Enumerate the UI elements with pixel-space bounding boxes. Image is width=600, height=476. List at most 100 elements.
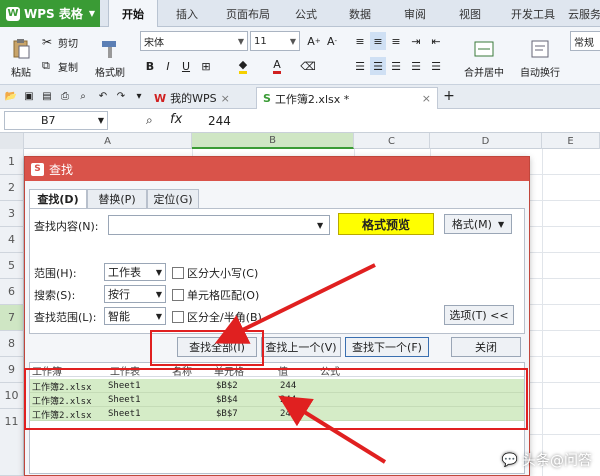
format-button-label: 格式(M) — [451, 218, 492, 231]
tab-insert[interactable]: 插入 — [165, 0, 209, 27]
tab-review[interactable]: 审阅 — [395, 0, 435, 27]
tab-formulas[interactable]: 公式 — [286, 0, 326, 27]
align-top-icon[interactable]: ≡ — [352, 32, 368, 50]
print-preview-icon[interactable]: ⌕ — [76, 89, 90, 103]
row-header-3[interactable]: 3 — [0, 201, 24, 227]
highlight-box-results — [24, 368, 528, 430]
close-icon[interactable]: × — [422, 92, 431, 105]
find-previous-button[interactable]: 查找上一个(V) — [261, 337, 341, 357]
match-cell-checkbox[interactable]: 单元格匹配(O) — [172, 287, 259, 303]
indent-icon[interactable]: ⇥ — [408, 32, 424, 50]
chevron-down-icon[interactable]: ▾ — [132, 89, 146, 103]
scope-select[interactable]: 工作表 ▼ — [104, 263, 166, 281]
row-header-6[interactable]: 6 — [0, 279, 24, 305]
tab-cloud[interactable]: 云服务 — [568, 0, 600, 27]
font-name-value: 宋体 — [144, 37, 164, 49]
clear-format-icon[interactable]: ⌫ — [300, 57, 316, 75]
fx-button[interactable]: fx — [170, 112, 182, 127]
format-preview: 格式预览 — [338, 213, 434, 235]
fill-color-icon[interactable]: ◆ — [228, 57, 258, 75]
find-what-label: 查找内容(N): — [34, 220, 99, 233]
column-header-a[interactable]: A — [24, 133, 192, 149]
increase-font-icon[interactable]: A + — [306, 32, 322, 50]
align-middle-icon[interactable]: ≡ — [370, 32, 386, 50]
distribute-icon[interactable]: ☰ — [428, 57, 444, 75]
tab-goto[interactable]: 定位(G) — [147, 189, 199, 209]
new-tab-icon[interactable]: + — [442, 88, 456, 104]
select-all-corner[interactable] — [0, 133, 24, 149]
name-box[interactable]: B7 ▼ — [4, 111, 108, 130]
app-menu-button[interactable]: W WPS 表格 ▼ — [0, 0, 100, 27]
format-painter-button[interactable]: 格式刷 — [88, 30, 132, 82]
search-label: 搜索(S): — [34, 289, 76, 302]
align-center-icon[interactable]: ☰ — [370, 57, 386, 75]
close-button[interactable]: 关闭 — [451, 337, 521, 357]
cut-button[interactable]: ✂ 剪切 — [42, 33, 78, 51]
tab-page-layout[interactable]: 页面布局 — [216, 0, 280, 27]
format-button[interactable]: 格式(M) ▼ — [444, 214, 512, 234]
align-right-icon[interactable]: ☰ — [388, 57, 404, 75]
print-icon[interactable]: ⎙ — [58, 89, 72, 103]
column-header-b[interactable]: B — [192, 133, 354, 149]
italic-icon[interactable]: I — [160, 57, 176, 75]
copy-button[interactable]: ⧉ 复制 — [42, 57, 78, 75]
column-header-row: A B C D E — [0, 133, 600, 149]
row-header-2[interactable]: 2 — [0, 175, 24, 201]
font-size-select[interactable]: 11 ▼ — [250, 31, 300, 51]
align-left-icon[interactable]: ☰ — [352, 57, 368, 75]
justify-icon[interactable]: ☰ — [408, 57, 424, 75]
dialog-title: 查找 — [49, 162, 74, 177]
tab-mywps[interactable]: W 我的WPS × — [148, 87, 236, 109]
wrap-text-button[interactable]: 自动换行 — [514, 30, 566, 82]
row-header-8[interactable]: 8 — [0, 331, 24, 357]
font-color-icon[interactable]: A — [262, 57, 292, 75]
match-width-checkbox[interactable]: 区分全/半角(B) — [172, 309, 262, 325]
column-header-c[interactable]: C — [354, 133, 430, 149]
tab-data[interactable]: 数据 — [340, 0, 380, 27]
checkbox-box — [172, 311, 184, 323]
bold-icon[interactable]: B — [142, 57, 158, 75]
align-bottom-icon[interactable]: ≡ — [388, 32, 404, 50]
number-format-select[interactable]: 常规 — [570, 31, 600, 51]
options-button[interactable]: 选项(T) << — [444, 305, 514, 325]
column-header-d[interactable]: D — [430, 133, 542, 149]
merge-center-button[interactable]: 合并居中 — [458, 30, 510, 82]
match-case-checkbox[interactable]: 区分大小写(C) — [172, 265, 258, 281]
paste-button[interactable]: 粘贴 — [2, 30, 40, 82]
font-name-select[interactable]: 宋体 ▼ — [140, 31, 248, 51]
decrease-font-icon[interactable]: A- — [324, 32, 340, 50]
chevron-down-icon: ▼ — [317, 220, 324, 230]
look-in-select[interactable]: 智能 ▼ — [104, 307, 166, 325]
save-as-icon[interactable]: ▤ — [40, 89, 54, 103]
search-select[interactable]: 按行 ▼ — [104, 285, 166, 303]
tab-view[interactable]: 视图 — [450, 0, 490, 27]
column-header-e[interactable]: E — [542, 133, 600, 149]
open-icon[interactable]: 📂 — [4, 89, 18, 103]
checkbox-box — [172, 267, 184, 279]
row-header-5[interactable]: 5 — [0, 253, 24, 279]
outdent-icon[interactable]: ⇤ — [428, 32, 444, 50]
tab-workbook[interactable]: S 工作簿2.xlsx * × — [256, 87, 438, 109]
row-header-4[interactable]: 4 — [0, 227, 24, 253]
row-header-1[interactable]: 1 — [0, 149, 24, 175]
formula-input[interactable]: 244 — [208, 114, 231, 128]
close-icon[interactable]: × — [221, 92, 230, 105]
find-what-input[interactable]: ▼ — [108, 215, 330, 235]
row-header-10[interactable]: 10 — [0, 383, 24, 409]
row-header-9[interactable]: 9 — [0, 357, 24, 383]
save-icon[interactable]: ▣ — [22, 89, 36, 103]
undo-icon[interactable]: ↶ — [96, 89, 110, 103]
find-next-button[interactable]: 查找下一个(F) — [345, 337, 429, 357]
zoom-icon[interactable]: ⌕ — [146, 113, 153, 128]
redo-icon[interactable]: ↷ — [114, 89, 128, 103]
tab-replace[interactable]: 替换(P) — [87, 189, 147, 209]
wps-sheet-icon: S — [31, 162, 44, 176]
tab-find[interactable]: 查找(D) — [29, 189, 87, 209]
border-icon[interactable]: ⊞ — [198, 57, 214, 75]
dialog-title-bar[interactable]: S 查找 — [25, 157, 529, 181]
tab-developer[interactable]: 开发工具 — [505, 0, 561, 27]
row-header-7[interactable]: 7 — [0, 305, 24, 331]
underline-icon[interactable]: U — [178, 57, 194, 75]
tab-home[interactable]: 开始 — [108, 0, 158, 27]
row-header-11[interactable]: 11 — [0, 409, 24, 476]
